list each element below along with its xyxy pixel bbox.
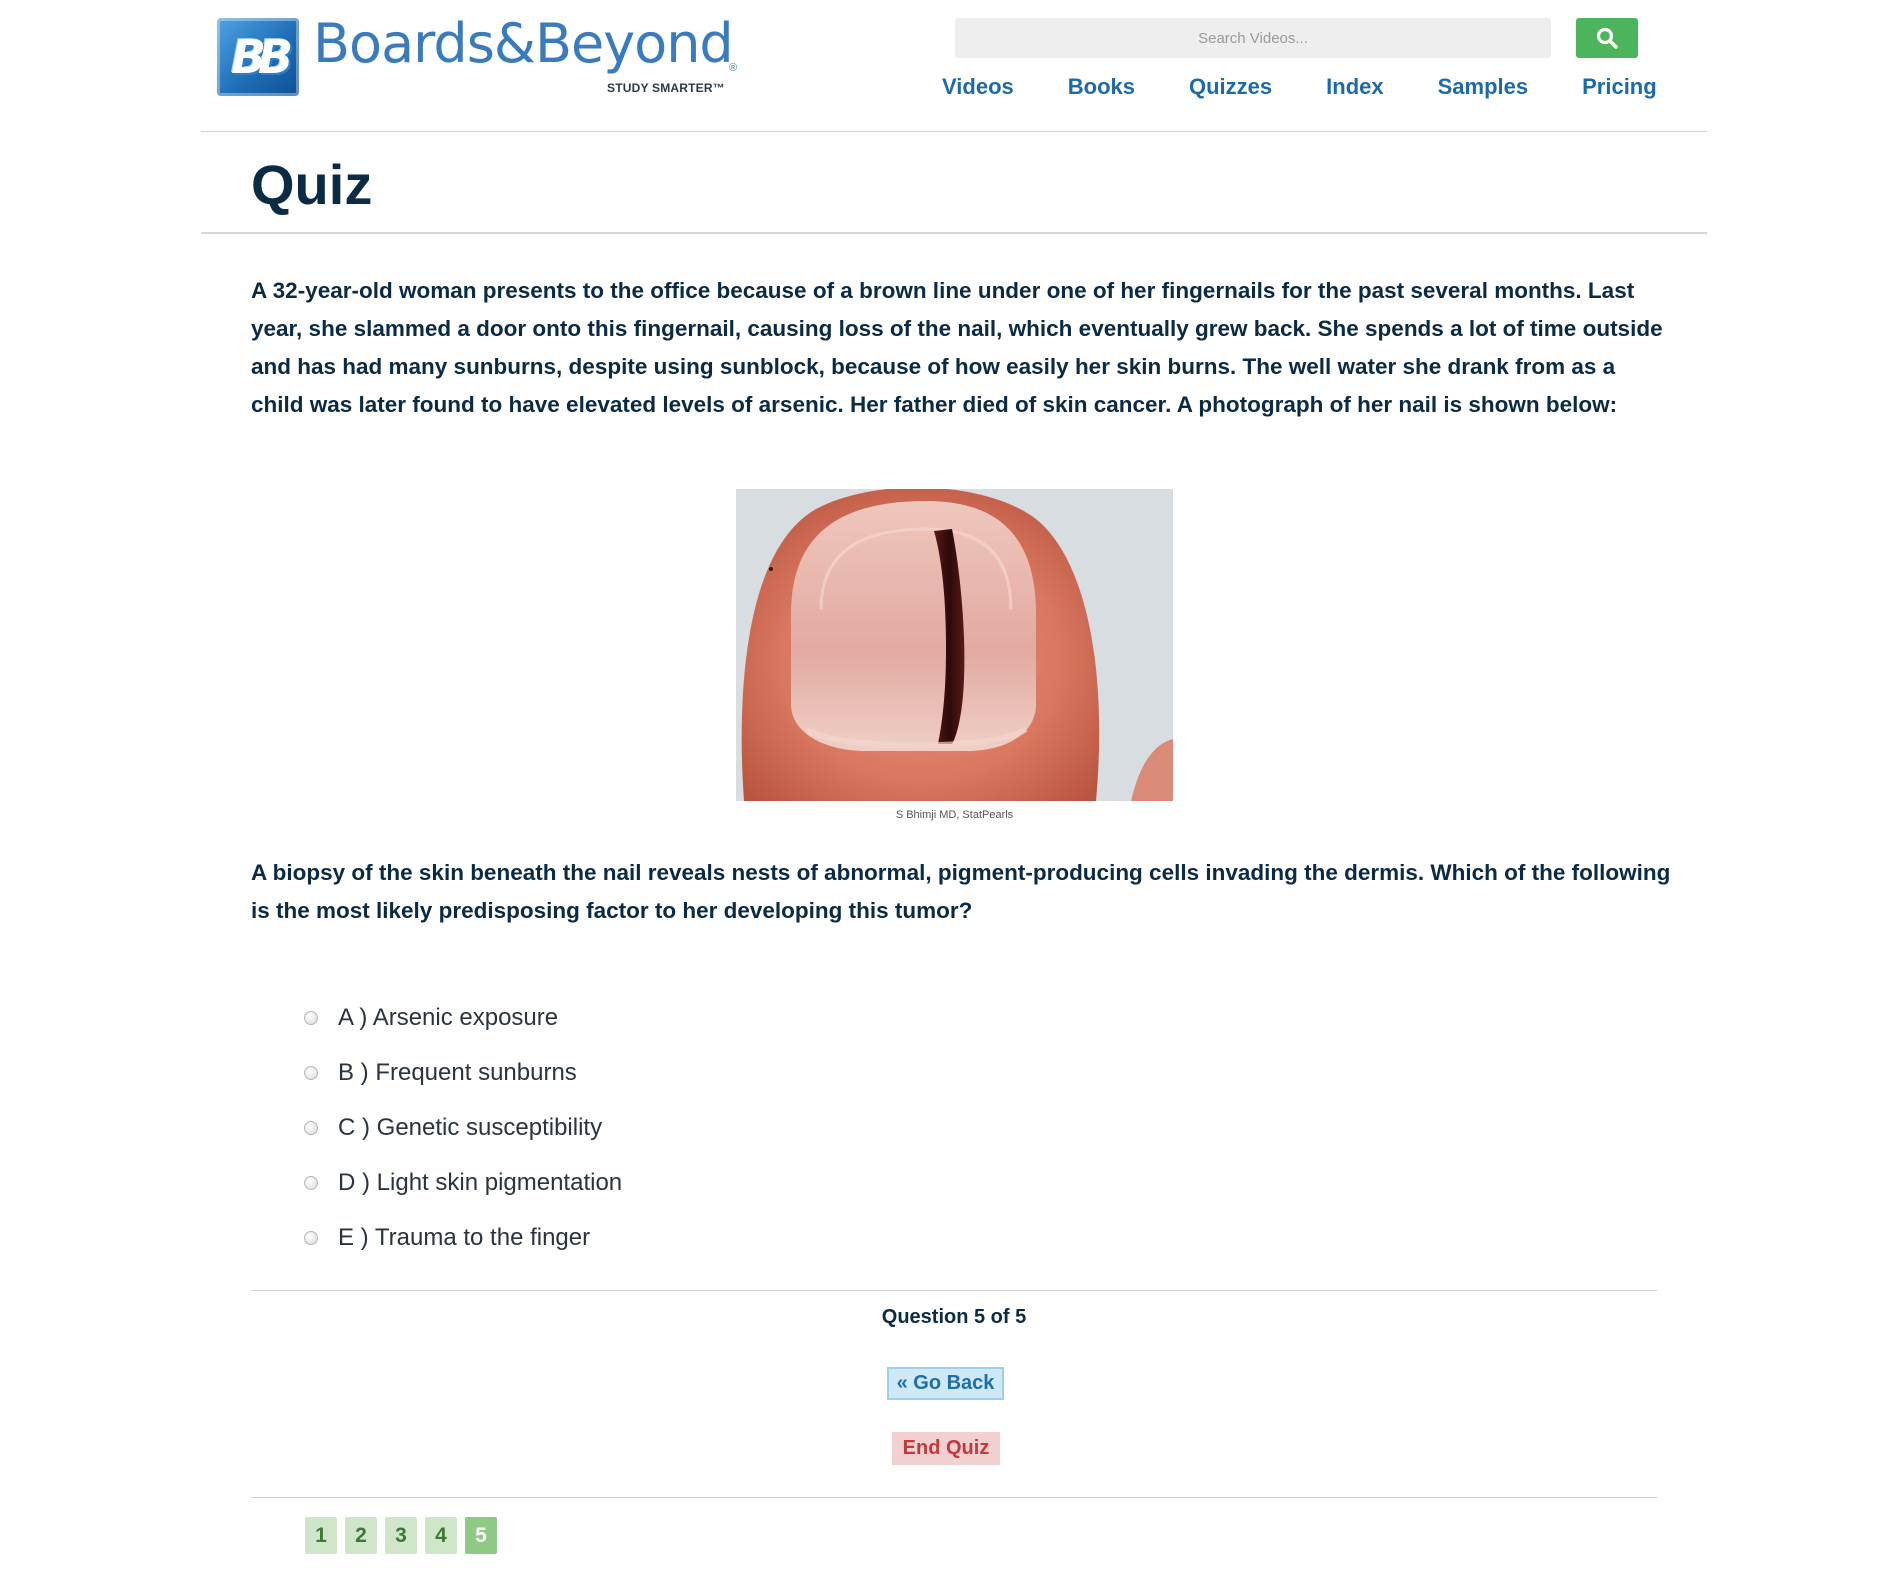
main-nav: Videos Books Quizzes Index Samples Prici… xyxy=(942,74,1657,108)
nail-photo-illustration xyxy=(736,489,1173,801)
brand-tagline: STUDY SMARTER™ xyxy=(607,81,725,95)
end-quiz-button[interactable]: End Quiz xyxy=(892,1432,1000,1465)
nav-quizzes[interactable]: Quizzes xyxy=(1189,74,1272,108)
brand-name: Boards&Beyond xyxy=(313,12,734,75)
option-c[interactable]: C ) Genetic susceptibility xyxy=(304,1100,622,1155)
page-button-1[interactable]: 1 xyxy=(305,1517,337,1554)
page-button-2[interactable]: 2 xyxy=(345,1517,377,1554)
nail-photo xyxy=(736,489,1173,801)
question-text: A biopsy of the skin beneath the nail re… xyxy=(251,860,1671,923)
option-a[interactable]: A ) Arsenic exposure xyxy=(304,990,622,1045)
option-d-label: D ) Light skin pigmentation xyxy=(338,1168,623,1196)
option-b[interactable]: B ) Frequent sunburns xyxy=(304,1045,622,1100)
option-c-radio[interactable] xyxy=(304,1120,318,1135)
option-c-label: C ) Genetic susceptibility xyxy=(338,1113,603,1141)
logo-wordmark: Boards&Beyond ® STUDY SMARTER™ xyxy=(313,12,737,98)
page-button-5[interactable]: 5 xyxy=(465,1517,497,1554)
logo-badge: BB xyxy=(217,18,299,96)
options-divider xyxy=(251,1290,1657,1291)
option-e[interactable]: E ) Trauma to the finger xyxy=(304,1210,622,1265)
option-e-radio[interactable] xyxy=(304,1230,318,1245)
option-a-radio[interactable] xyxy=(304,1010,318,1025)
answer-options: A ) Arsenic exposure B ) Frequent sunbur… xyxy=(304,990,622,1265)
nav-videos[interactable]: Videos xyxy=(942,74,1014,108)
page-button-4[interactable]: 4 xyxy=(425,1517,457,1554)
search-input[interactable] xyxy=(955,18,1551,58)
image-credit: S Bhimji MD, StatPearls xyxy=(895,809,1014,821)
pager-divider xyxy=(251,1497,1657,1498)
header-divider xyxy=(201,131,1707,132)
brand-registered: ® xyxy=(729,62,738,74)
option-d-radio[interactable] xyxy=(304,1175,318,1190)
go-back-button[interactable]: « Go Back xyxy=(887,1367,1004,1400)
question-stem: A 32-year-old woman presents to the offi… xyxy=(251,278,1663,417)
search-icon xyxy=(1596,27,1618,49)
nav-pricing[interactable]: Pricing xyxy=(1582,74,1657,108)
page-button-3[interactable]: 3 xyxy=(385,1517,417,1554)
nav-index[interactable]: Index xyxy=(1326,74,1383,108)
logo-badge-text: BB xyxy=(230,30,293,84)
page-wrapper: BB Boards&Beyond ® STUDY SMARTER™ Videos… xyxy=(201,0,1707,1573)
search-button[interactable] xyxy=(1576,18,1638,58)
option-d[interactable]: D ) Light skin pigmentation xyxy=(304,1155,622,1210)
page-title: Quiz xyxy=(251,153,373,216)
title-divider xyxy=(201,232,1707,234)
site-logo[interactable]: BB Boards&Beyond ® STUDY SMARTER™ xyxy=(217,12,737,98)
nav-books[interactable]: Books xyxy=(1068,74,1135,108)
nav-samples[interactable]: Samples xyxy=(1438,74,1529,108)
question-progress: Question 5 of 5 xyxy=(881,1306,1027,1328)
option-a-label: A ) Arsenic exposure xyxy=(338,1003,559,1031)
question-pager: 1 2 3 4 5 xyxy=(305,1517,505,1554)
option-b-label: B ) Frequent sunburns xyxy=(338,1058,577,1086)
option-b-radio[interactable] xyxy=(304,1065,318,1080)
option-e-label: E ) Trauma to the finger xyxy=(338,1223,591,1251)
